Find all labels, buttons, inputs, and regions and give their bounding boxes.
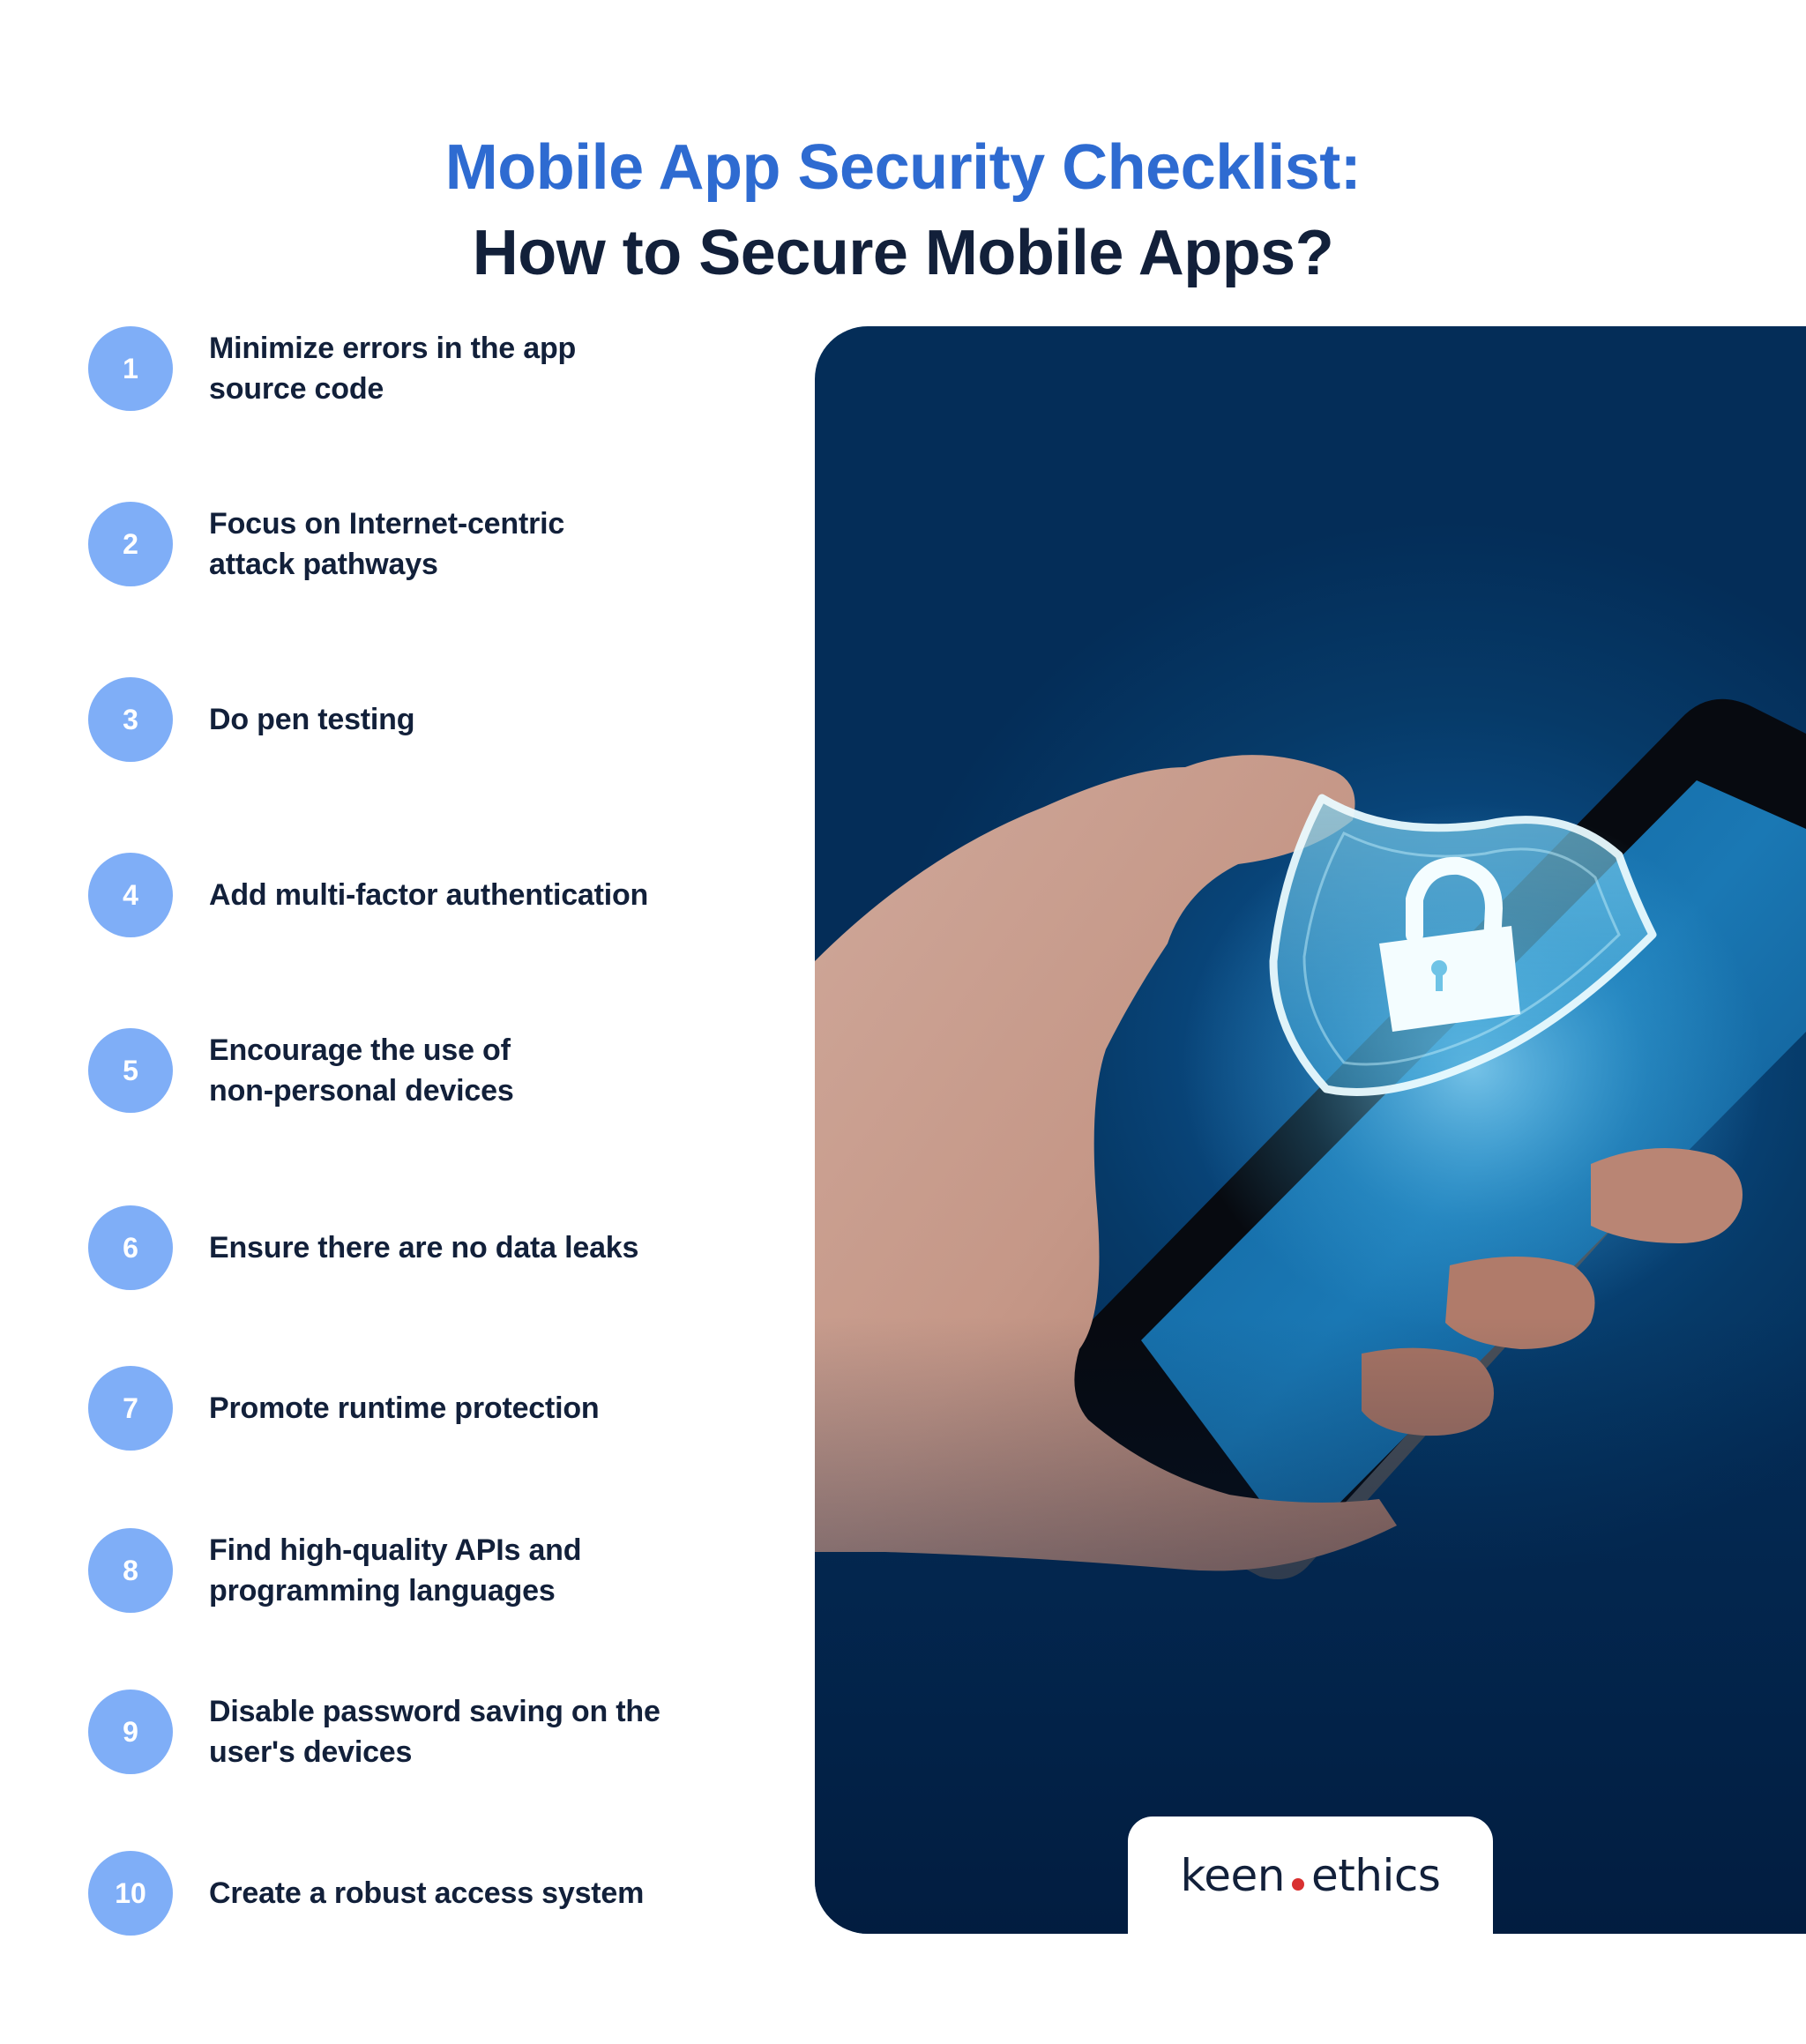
checklist-item: 7 Promote runtime protection [88, 1366, 758, 1451]
phone-hand-illustration [815, 698, 1806, 1580]
item-label: Disable password saving on the user's de… [209, 1695, 660, 1769]
item-label: Encourage the use of non-personal device… [209, 1033, 514, 1108]
brand-logo-box: keen ethics [1128, 1816, 1493, 1940]
title-line-2: How to Secure Mobile Apps? [472, 217, 1334, 288]
item-number-badge: 3 [88, 677, 173, 762]
checklist-item: 10 Create a robust access system [88, 1851, 758, 1936]
item-label: Promote runtime protection [209, 1391, 600, 1425]
illustration-panel [815, 326, 1806, 1934]
brand-name-part2: ethics [1310, 1850, 1441, 1901]
checklist-item: 1 Minimize errors in the app source code [88, 326, 758, 411]
item-label: Ensure there are no data leaks [209, 1231, 639, 1264]
title-line-1: Mobile App Security Checklist: [444, 132, 1362, 204]
item-label: Do pen testing [209, 703, 415, 736]
checklist-item: 2 Focus on Internet-centric attack pathw… [88, 502, 758, 586]
brand-logo: keen ethics [1181, 1850, 1441, 1901]
checklist-item: 5 Encourage the use of non-personal devi… [88, 1028, 758, 1113]
item-number-badge: 5 [88, 1028, 173, 1113]
checklist-item: 9 Disable password saving on the user's … [88, 1690, 758, 1774]
item-number-badge: 10 [88, 1851, 173, 1936]
item-number-badge: 8 [88, 1528, 173, 1613]
item-number-badge: 4 [88, 853, 173, 937]
item-number-badge: 1 [88, 326, 173, 411]
checklist-item: 8 Find high-quality APIs and programming… [88, 1528, 758, 1613]
item-number-badge: 6 [88, 1205, 173, 1290]
brand-name-part1: keen [1180, 1850, 1286, 1901]
item-label: Minimize errors in the app source code [209, 332, 577, 406]
checklist-item: 4 Add multi-factor authentication [88, 853, 758, 937]
item-label: Create a robust access system [209, 1876, 645, 1910]
item-number-badge: 7 [88, 1366, 173, 1451]
brand-dot [1291, 1878, 1304, 1891]
checklist-item: 6 Ensure there are no data leaks [88, 1205, 758, 1290]
item-number-badge: 2 [88, 502, 173, 586]
item-number-badge: 9 [88, 1690, 173, 1774]
item-label: Focus on Internet-centric attack pathway… [209, 507, 565, 581]
checklist-item: 3 Do pen testing [88, 677, 758, 762]
item-label: Add multi-factor authentication [209, 878, 649, 912]
item-label: Find high-quality APIs and programming l… [209, 1533, 582, 1608]
